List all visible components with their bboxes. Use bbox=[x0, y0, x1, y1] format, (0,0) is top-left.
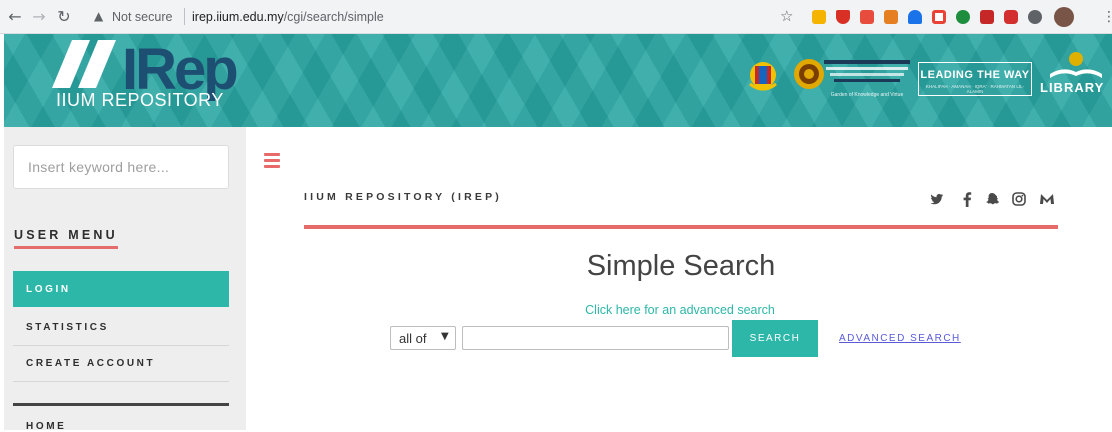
extensions-puzzle-icon[interactable] bbox=[1028, 10, 1042, 24]
page-title: Simple Search bbox=[586, 250, 776, 282]
sidebar: Insert keyword here... USER MENU LOGIN S… bbox=[4, 127, 246, 432]
extension-icon[interactable] bbox=[812, 10, 826, 24]
logo-slashes-icon bbox=[52, 40, 116, 88]
warning-icon: ▲ bbox=[94, 9, 104, 23]
header-divider bbox=[304, 225, 1058, 229]
search-query-input[interactable] bbox=[462, 326, 729, 350]
extension-adblock-icon[interactable] bbox=[1004, 10, 1018, 24]
site-banner: IRep IIUM REPOSITORY Garden of Knowledge… bbox=[4, 34, 1112, 127]
leading-the-way-title: LEADING THE WAY bbox=[920, 69, 1030, 81]
security-status[interactable]: Not secure bbox=[112, 10, 172, 24]
sidebar-search-input[interactable]: Insert keyword here... bbox=[13, 145, 229, 189]
browser-toolbar: ← → ↻ ▲ Not secure irep.iium.edu.my/cgi/… bbox=[0, 0, 1112, 34]
university-caption: Garden of Knowledge and Virtue bbox=[830, 92, 904, 98]
extension-icon[interactable] bbox=[908, 10, 922, 24]
bookmark-star-icon[interactable]: ☆ bbox=[780, 8, 793, 24]
extension-shield-icon[interactable] bbox=[836, 10, 850, 24]
advanced-search-link[interactable]: ADVANCED SEARCH bbox=[839, 333, 961, 344]
hamburger-menu-icon[interactable] bbox=[264, 153, 280, 168]
extension-icon[interactable] bbox=[932, 10, 946, 24]
university-wordmark-icon bbox=[824, 60, 910, 82]
address-bar[interactable]: ▲ Not secure irep.iium.edu.my/cgi/search… bbox=[84, 5, 804, 29]
forward-arrow-icon[interactable]: → bbox=[30, 8, 48, 26]
search-placeholder: Insert keyword here... bbox=[28, 159, 170, 175]
user-menu-underline bbox=[14, 246, 118, 249]
instagram-icon[interactable] bbox=[1012, 192, 1026, 210]
sidebar-item-login[interactable]: LOGIN bbox=[13, 271, 229, 307]
menu-section-bar bbox=[13, 403, 229, 406]
site-title[interactable]: IIUM REPOSITORY (IREP) bbox=[304, 191, 502, 203]
twitter-icon[interactable] bbox=[930, 192, 944, 210]
sidebar-item-label: STATISTICS bbox=[26, 322, 109, 333]
extension-icon[interactable] bbox=[860, 10, 874, 24]
url-path: /cgi/search/simple bbox=[283, 10, 384, 24]
logo-subtitle: IIUM REPOSITORY bbox=[56, 90, 224, 110]
malaysia-emblem-icon bbox=[749, 62, 777, 91]
kebab-menu-icon[interactable]: ⋮ bbox=[1102, 9, 1112, 25]
leading-the-way-motto: KHALIFAH · AMANAH · IQRA' · RAHMATAN LIL… bbox=[925, 84, 1025, 94]
facebook-icon[interactable] bbox=[962, 192, 972, 211]
snapchat-icon[interactable] bbox=[985, 192, 1000, 210]
match-type-select[interactable]: all of ▼ bbox=[390, 326, 456, 350]
chevron-down-icon: ▼ bbox=[441, 331, 449, 342]
mendeley-icon[interactable] bbox=[1038, 192, 1056, 210]
extension-grammarly-icon[interactable] bbox=[956, 10, 970, 24]
user-menu-heading: USER MENU bbox=[14, 228, 118, 242]
url-host: irep.iium.edu.my bbox=[192, 10, 284, 24]
match-type-value: all of bbox=[399, 331, 427, 346]
search-button[interactable]: SEARCH bbox=[732, 320, 818, 357]
extension-icon[interactable] bbox=[884, 10, 898, 24]
menu-divider bbox=[13, 381, 229, 382]
library-book-icon bbox=[1050, 52, 1102, 78]
url-text[interactable]: irep.iium.edu.my/cgi/search/simple bbox=[192, 10, 384, 24]
sidebar-item-statistics[interactable]: STATISTICS bbox=[13, 309, 229, 345]
sidebar-item-label: LOGIN bbox=[26, 284, 71, 295]
sidebar-item-label: CREATE ACCOUNT bbox=[26, 358, 156, 369]
sidebar-item-create-account[interactable]: CREATE ACCOUNT bbox=[13, 345, 229, 381]
sidebar-item-home[interactable]: HOME bbox=[26, 421, 66, 432]
omnibox-divider bbox=[184, 8, 185, 25]
back-arrow-icon[interactable]: ← bbox=[6, 8, 24, 26]
profile-avatar[interactable] bbox=[1054, 7, 1074, 27]
advanced-search-link-top[interactable]: Click here for an advanced search bbox=[560, 303, 800, 317]
extension-pdf-icon[interactable] bbox=[980, 10, 994, 24]
reload-icon[interactable]: ↻ bbox=[55, 8, 73, 26]
library-label[interactable]: LIBRARY bbox=[1040, 80, 1104, 95]
leading-the-way-badge: LEADING THE WAY KHALIFAH · AMANAH · IQRA… bbox=[918, 62, 1032, 96]
